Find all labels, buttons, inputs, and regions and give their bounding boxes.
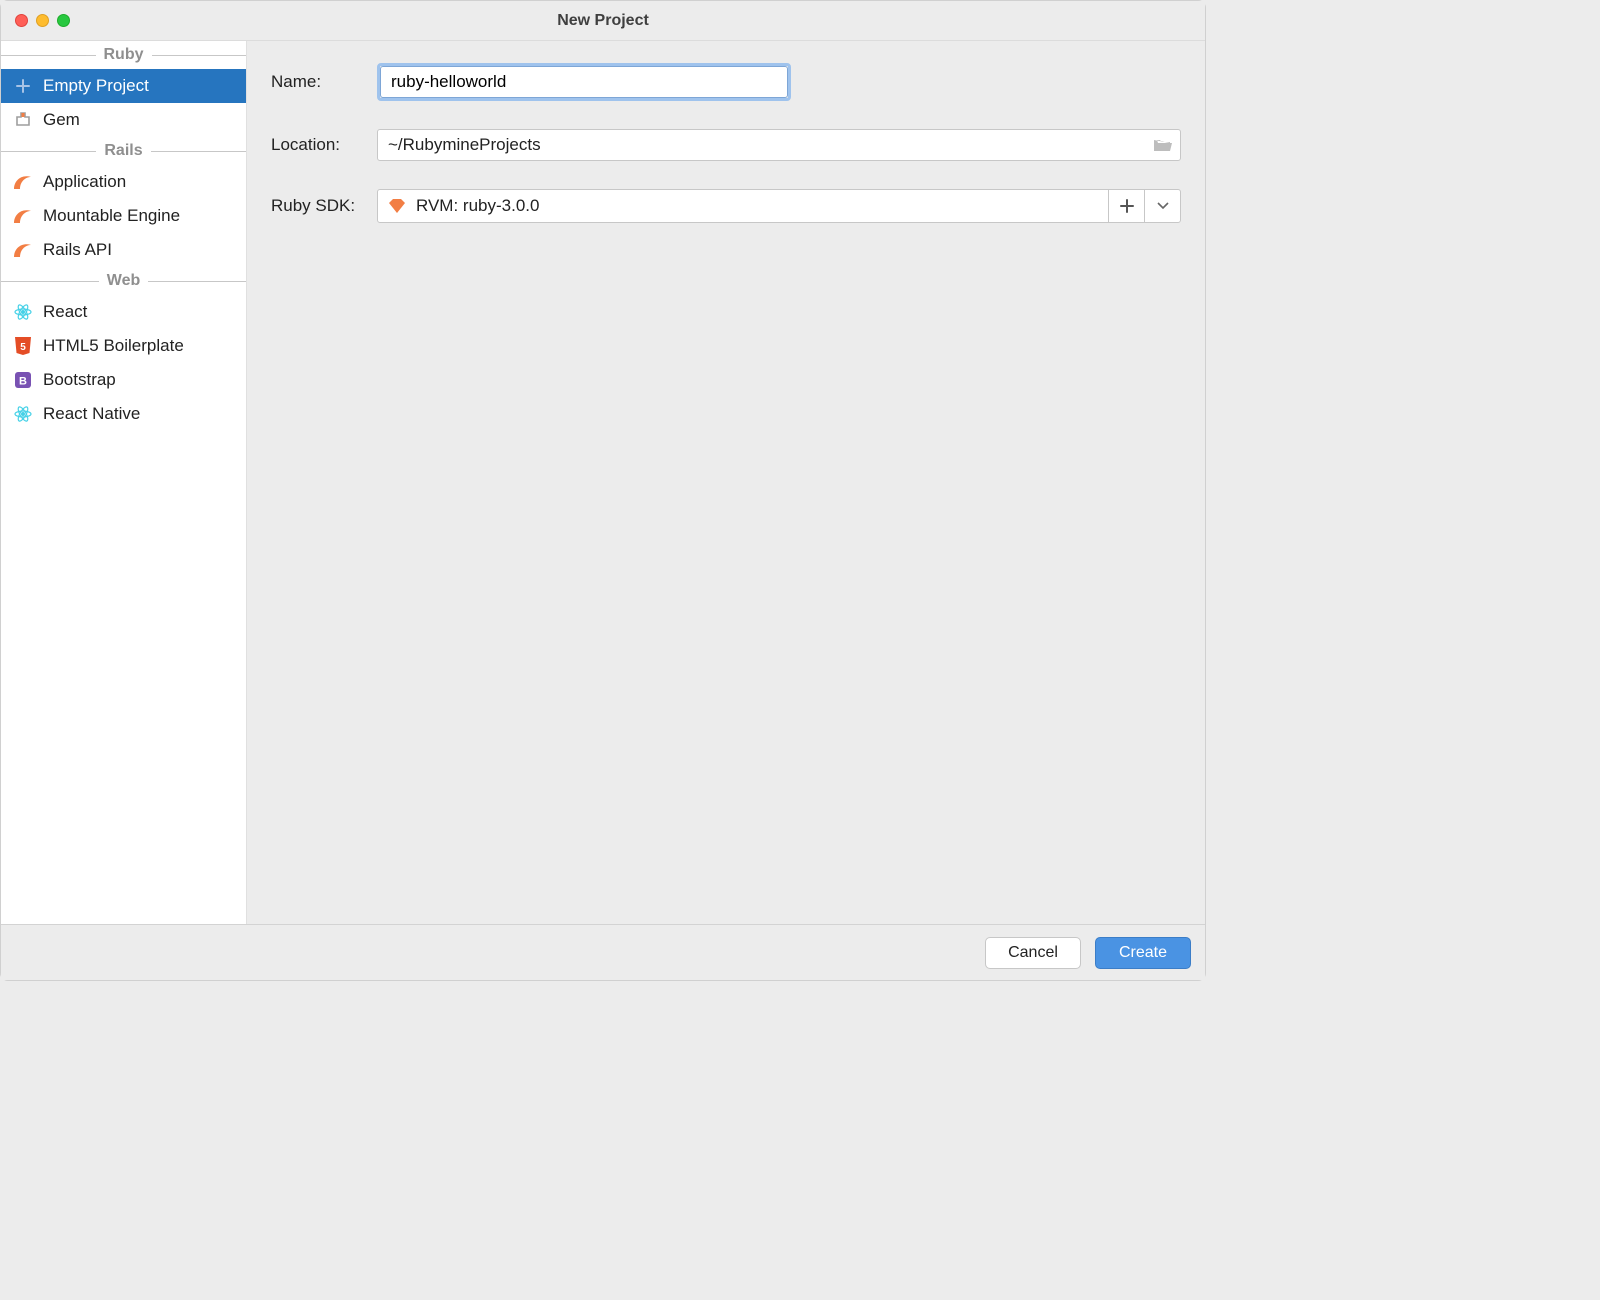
sidebar-item-label: Mountable Engine	[43, 206, 180, 226]
sidebar-item-react-native[interactable]: React Native	[1, 397, 246, 431]
workspace: Ruby Empty Project Gem Rails	[1, 41, 1205, 924]
sdk-field: RVM: ruby-3.0.0	[377, 189, 1181, 223]
react-icon	[13, 302, 33, 322]
cancel-button[interactable]: Cancel	[985, 937, 1081, 969]
name-input[interactable]	[380, 66, 788, 98]
sdk-value: RVM: ruby-3.0.0	[416, 196, 539, 216]
sidebar-item-empty-project[interactable]: Empty Project	[1, 69, 246, 103]
sdk-dropdown-button[interactable]	[1144, 190, 1180, 222]
plus-icon	[1120, 199, 1134, 213]
sidebar-item-label: Bootstrap	[43, 370, 116, 390]
sidebar-item-label: Application	[43, 172, 126, 192]
name-label: Name:	[271, 72, 377, 92]
sidebar-group-label: Ruby	[96, 46, 152, 64]
form-row-location: Location: ~/RubymineProjects	[271, 129, 1181, 161]
add-sdk-button[interactable]	[1108, 190, 1144, 222]
plus-icon	[13, 76, 33, 96]
form-row-sdk: Ruby SDK: RVM: ruby-3.0.0	[271, 189, 1181, 223]
svg-text:5: 5	[20, 342, 26, 353]
name-input-focus-ring	[377, 63, 791, 101]
sidebar-item-label: React	[43, 302, 87, 322]
sidebar-group-rails: Rails	[1, 137, 246, 165]
sidebar-group-ruby: Ruby	[1, 41, 246, 69]
sidebar-group-web: Web	[1, 267, 246, 295]
sidebar-item-label: React Native	[43, 404, 140, 424]
browse-folder-button[interactable]	[1146, 137, 1180, 153]
sidebar-item-application[interactable]: Application	[1, 165, 246, 199]
footer: Cancel Create	[1, 924, 1205, 980]
form-area: Name: Location: ~/RubymineProjects	[247, 41, 1205, 924]
sidebar-item-label: Rails API	[43, 240, 112, 260]
sdk-label: Ruby SDK:	[271, 196, 377, 216]
location-field[interactable]: ~/RubymineProjects	[377, 129, 1181, 161]
chevron-down-icon	[1157, 202, 1169, 210]
sidebar-group-label: Web	[99, 272, 148, 290]
sidebar-item-html5-boilerplate[interactable]: 5 HTML5 Boilerplate	[1, 329, 246, 363]
sdk-selected[interactable]: RVM: ruby-3.0.0	[378, 190, 1108, 222]
location-value: ~/RubymineProjects	[378, 135, 1146, 155]
sidebar-item-gem[interactable]: Gem	[1, 103, 246, 137]
bootstrap-icon: B	[13, 370, 33, 390]
html5-icon: 5	[13, 336, 33, 356]
sidebar-item-mountable-engine[interactable]: Mountable Engine	[1, 199, 246, 233]
rails-icon	[13, 172, 33, 192]
sidebar: Ruby Empty Project Gem Rails	[1, 41, 247, 924]
rails-icon	[13, 240, 33, 260]
sidebar-item-label: HTML5 Boilerplate	[43, 336, 184, 356]
sidebar-item-rails-api[interactable]: Rails API	[1, 233, 246, 267]
form-row-name: Name:	[271, 63, 1181, 101]
sidebar-item-react[interactable]: React	[1, 295, 246, 329]
sidebar-group-label: Rails	[96, 142, 150, 160]
window-title: New Project	[1, 12, 1205, 30]
sidebar-item-label: Gem	[43, 110, 80, 130]
rails-icon	[13, 206, 33, 226]
sidebar-item-bootstrap[interactable]: B Bootstrap	[1, 363, 246, 397]
titlebar: New Project	[1, 1, 1205, 41]
create-button[interactable]: Create	[1095, 937, 1191, 969]
react-icon	[13, 404, 33, 424]
ruby-icon	[388, 198, 406, 214]
location-label: Location:	[271, 135, 377, 155]
folder-open-icon	[1153, 137, 1173, 153]
svg-text:B: B	[19, 376, 27, 388]
sidebar-item-label: Empty Project	[43, 76, 149, 96]
gem-icon	[13, 110, 33, 130]
